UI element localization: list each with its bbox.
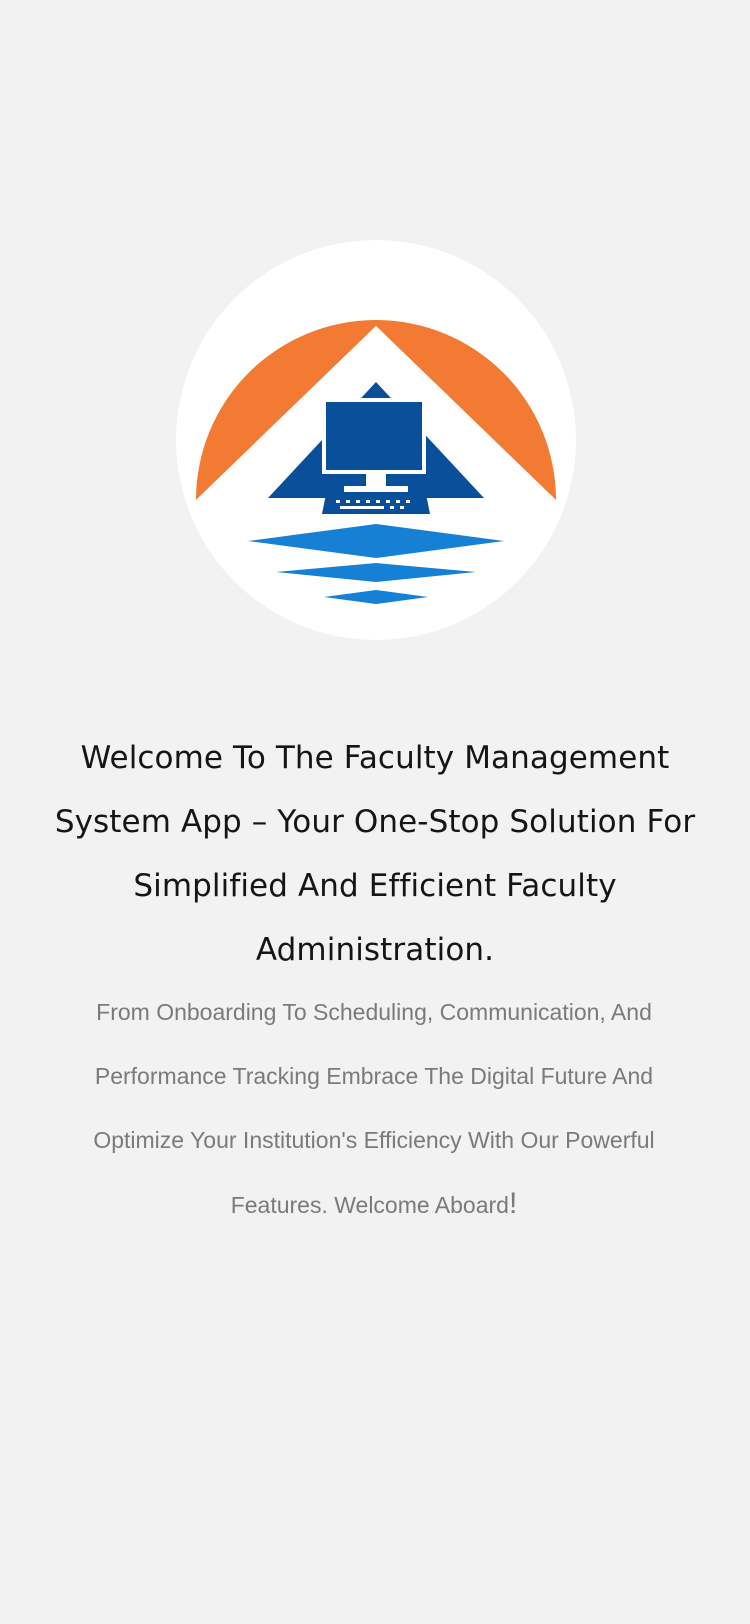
logo-monitor-base bbox=[344, 486, 408, 492]
welcome-description: From Onboarding To Scheduling, Communica… bbox=[52, 980, 696, 1237]
welcome-title: Welcome To The Faculty Management System… bbox=[54, 740, 696, 968]
app-logo-graphic bbox=[176, 240, 576, 640]
welcome-description-exclamation: ! bbox=[508, 1187, 518, 1220]
welcome-screen: Welcome To The Faculty Management System… bbox=[0, 0, 750, 1624]
logo-monitor bbox=[322, 398, 426, 474]
logo-keyboard bbox=[322, 494, 430, 514]
logo-monitor-stand bbox=[366, 474, 386, 486]
app-logo bbox=[176, 240, 576, 640]
welcome-description-text: From Onboarding To Scheduling, Communica… bbox=[93, 999, 655, 1218]
